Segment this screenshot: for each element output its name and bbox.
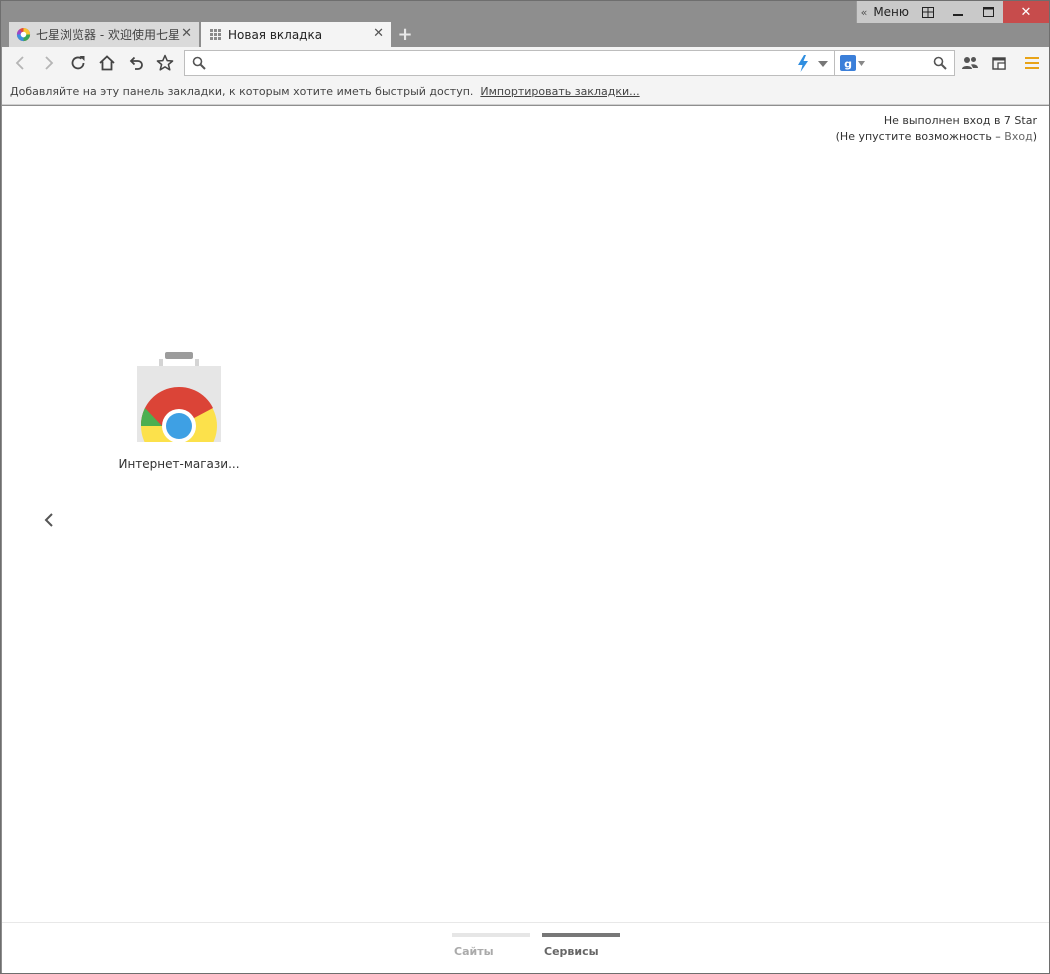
- tab-new-tab[interactable]: Новая вкладка ✕: [201, 22, 391, 47]
- grid-apps-icon: [210, 29, 221, 40]
- browser-window: « Меню ✕ 七星浏览器 - 欢迎使用七星 ✕ Новая вкладка …: [0, 0, 1050, 974]
- tab-seven-star-welcome[interactable]: 七星浏览器 - 欢迎使用七星 ✕: [9, 22, 199, 47]
- tab-sites[interactable]: Сайты: [452, 933, 530, 958]
- home-icon: [99, 55, 115, 71]
- signin-status: Не выполнен вход в 7 Star: [883, 114, 1037, 127]
- app-label: Интернет-магази...: [118, 457, 240, 471]
- google-g-icon[interactable]: g: [840, 55, 856, 71]
- search-submit-icon[interactable]: [933, 56, 947, 70]
- tab-label: Сайты: [454, 945, 494, 958]
- tab-indicator: [452, 933, 530, 937]
- navigation-toolbar: g: [2, 47, 1049, 79]
- address-input[interactable]: [213, 54, 773, 72]
- svg-text:g: g: [844, 58, 852, 71]
- bookmark-star-button[interactable]: [155, 53, 175, 73]
- users-button[interactable]: [960, 53, 980, 73]
- tab-services[interactable]: Сервисы: [542, 933, 620, 958]
- previous-page-button[interactable]: [40, 508, 58, 532]
- window-switch-button[interactable]: [990, 53, 1010, 73]
- undo-icon: [129, 56, 143, 70]
- close-window-button[interactable]: ✕: [1003, 1, 1049, 23]
- chevron-left-icon: [44, 513, 53, 527]
- maximize-button[interactable]: [973, 1, 1003, 23]
- back-button[interactable]: [10, 53, 30, 73]
- signin-prompt: (Не упустите возможность – Вход): [836, 129, 1037, 145]
- address-bar[interactable]: [184, 50, 835, 76]
- arrow-right-icon: [45, 56, 54, 70]
- tab-indicator: [542, 933, 620, 937]
- undo-close-tab-button[interactable]: [126, 53, 146, 73]
- tab-title: 七星浏览器 - 欢迎使用七星: [36, 28, 180, 42]
- double-chevron-left-icon: «: [860, 5, 868, 19]
- chrome-web-store-icon: [137, 352, 221, 442]
- window-controls: « Меню ✕: [855, 1, 1049, 23]
- tab-strip: 七星浏览器 - 欢迎使用七星 ✕ Новая вкладка ✕ +: [9, 22, 417, 47]
- import-bookmarks-link[interactable]: Импортировать закладки...: [480, 85, 639, 98]
- minimize-icon: [953, 14, 963, 16]
- layout-icon: [922, 6, 934, 18]
- page-switcher: Сайты Сервисы: [2, 922, 1049, 973]
- new-tab-page: Не выполнен вход в 7 Star (Не упустите в…: [2, 106, 1049, 973]
- tab-label: Сервисы: [544, 945, 599, 958]
- bookmarks-bar: Добавляйте на эту панель закладки, к кот…: [2, 79, 1049, 105]
- signin-prompt-text: (Не упустите возможность –: [835, 130, 1005, 143]
- hamburger-menu-icon: [1025, 57, 1039, 69]
- tab-title: Новая вкладка: [228, 27, 323, 42]
- lightning-icon[interactable]: [796, 55, 810, 72]
- minimize-button[interactable]: [943, 1, 973, 23]
- search-icon: [192, 56, 206, 70]
- home-button[interactable]: [97, 53, 117, 73]
- arrow-left-icon: [15, 56, 24, 70]
- plus-icon: +: [397, 24, 413, 45]
- signin-notice: Не выполнен вход в 7 Star (Не упустите в…: [836, 113, 1037, 145]
- menu-button[interactable]: « Меню: [855, 1, 913, 23]
- engine-dropdown-icon[interactable]: [858, 61, 865, 66]
- close-icon: ✕: [1020, 4, 1032, 20]
- layout-button[interactable]: [913, 1, 943, 23]
- title-bar: « Меню ✕ 七星浏览器 - 欢迎使用七星 ✕ Новая вкладка …: [1, 1, 1049, 47]
- forward-button[interactable]: [39, 53, 59, 73]
- new-tab-button[interactable]: +: [393, 22, 417, 47]
- app-tile-web-store[interactable]: Интернет-магази...: [112, 352, 246, 471]
- windows-icon: [992, 57, 1006, 70]
- menu-label: Меню: [873, 5, 909, 19]
- main-menu-button[interactable]: [1022, 53, 1042, 73]
- reload-icon: [71, 56, 85, 70]
- signin-prompt-end: ): [1032, 130, 1037, 143]
- seven-star-logo-icon: [16, 27, 31, 42]
- login-link[interactable]: Вход: [1004, 130, 1032, 143]
- bookmarks-hint: Добавляйте на эту панель закладки, к кот…: [10, 85, 474, 98]
- dropdown-arrow-icon[interactable]: [818, 61, 828, 67]
- reload-button[interactable]: [68, 53, 88, 73]
- star-icon: [156, 54, 174, 71]
- search-engine-box[interactable]: g: [835, 50, 955, 76]
- maximize-icon: [982, 7, 994, 17]
- users-icon: [962, 57, 978, 69]
- close-tab-icon[interactable]: ✕: [373, 26, 384, 41]
- close-tab-icon[interactable]: ✕: [181, 26, 192, 41]
